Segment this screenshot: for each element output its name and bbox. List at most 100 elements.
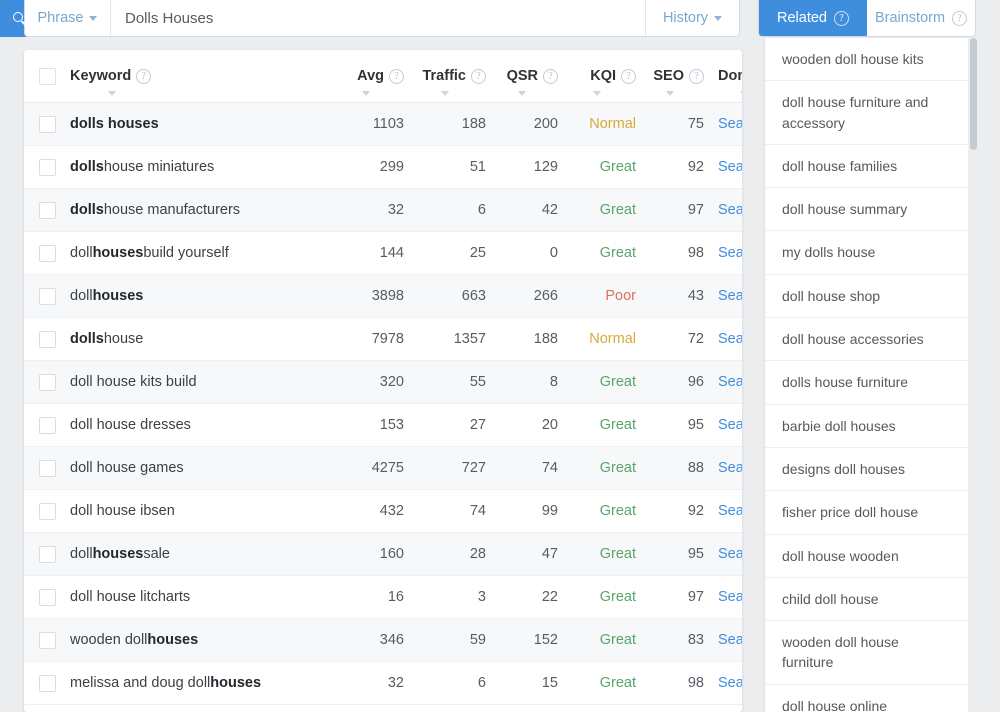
row-select-checkbox[interactable] — [38, 674, 56, 692]
table-row[interactable]: dolls houses 1103 188 200 Normal 75 Search — [24, 103, 742, 146]
sidebar-scrollbar-thumb[interactable] — [970, 38, 977, 150]
row-select-checkbox[interactable] — [38, 201, 56, 219]
row-select-cell — [24, 674, 70, 692]
table-row[interactable]: doll house ibsen 432 74 99 Great 92 Search — [24, 490, 742, 533]
column-header-domains[interactable]: Domains ? — [704, 68, 742, 96]
row-select-checkbox[interactable] — [38, 330, 56, 348]
row-select-checkbox[interactable] — [38, 631, 56, 649]
help-icon[interactable]: ? — [833, 10, 849, 26]
help-icon[interactable]: ? — [136, 68, 152, 84]
row-select-checkbox[interactable] — [38, 287, 56, 305]
table-row[interactable]: wooden doll houses 346 59 152 Great 83 Search — [24, 619, 742, 662]
column-header-avg[interactable]: Avg ? — [328, 68, 404, 96]
history-dropdown[interactable]: History — [645, 0, 739, 36]
help-icon[interactable]: ? — [689, 68, 704, 84]
table-row[interactable]: doll houses 3898 663 266 Poor 43 Search — [24, 275, 742, 318]
domains-search-link[interactable]: Search — [718, 460, 742, 476]
table-row[interactable]: doll houses sale 160 28 47 Great 95 Search — [24, 533, 742, 576]
sidebar-scrollbar[interactable] — [968, 38, 979, 712]
cell-kqi: Great — [599, 460, 636, 476]
domains-search-link[interactable]: Search — [718, 245, 742, 261]
cell-keyword: doll house games — [70, 460, 184, 476]
row-select-cell — [24, 158, 70, 176]
table-row[interactable]: dolls house manufacturers 32 6 42 Great 97 Sea… — [24, 189, 742, 232]
select-all-checkbox[interactable] — [38, 68, 56, 85]
cell-keyword: dolls house miniatures — [70, 159, 215, 175]
help-icon[interactable]: ? — [389, 68, 404, 84]
sort-arrow-icon[interactable] — [666, 91, 674, 96]
row-select-checkbox[interactable] — [38, 373, 56, 391]
cell-avg: 144 — [379, 245, 404, 261]
related-keyword-item[interactable]: doll house families — [765, 145, 968, 189]
related-keyword-item[interactable]: doll house summary — [765, 188, 968, 232]
help-icon[interactable]: ? — [543, 68, 558, 84]
domains-search-link[interactable]: Search — [718, 503, 742, 519]
row-select-checkbox[interactable] — [38, 502, 56, 520]
help-icon[interactable]: ? — [621, 68, 636, 84]
related-keyword-item[interactable]: my dolls house — [765, 231, 968, 275]
row-select-checkbox[interactable] — [38, 459, 56, 477]
domains-search-link[interactable]: Search — [718, 159, 742, 175]
sort-arrow-icon[interactable] — [593, 91, 601, 96]
domains-search-link[interactable]: Search — [718, 417, 742, 433]
search-input[interactable] — [111, 0, 645, 36]
sort-arrow-icon[interactable] — [740, 91, 742, 96]
row-select-checkbox[interactable] — [38, 545, 56, 563]
table-row[interactable]: dolls house 7978 1357 188 Normal 72 Search — [24, 318, 742, 361]
sort-arrow-icon[interactable] — [441, 91, 449, 96]
domains-search-link[interactable]: Search — [718, 589, 742, 605]
related-keyword-item[interactable]: wooden doll house furniture — [765, 621, 968, 685]
table-row[interactable]: dolls house miniatures 299 51 129 Great 92 Sea… — [24, 146, 742, 189]
match-type-dropdown[interactable]: Phrase — [25, 0, 111, 36]
related-keyword-item[interactable]: doll house shop — [765, 275, 968, 319]
table-row[interactable]: doll house litcharts 16 3 22 Great 97 Search — [24, 576, 742, 619]
tab-related[interactable]: Related ? — [759, 0, 867, 36]
cell-traffic: 6 — [477, 675, 486, 691]
row-select-checkbox[interactable] — [38, 244, 56, 262]
help-icon[interactable]: ? — [471, 68, 486, 84]
cell-qsr: 15 — [541, 675, 558, 691]
column-header-keyword[interactable]: Keyword ? — [70, 68, 328, 96]
related-keyword-item[interactable]: doll house online — [765, 685, 968, 712]
cell-domains: Search — [704, 245, 742, 261]
related-keyword-item[interactable]: doll house furniture and accessory — [765, 81, 968, 145]
help-icon[interactable]: ? — [952, 10, 968, 26]
cell-qsr: 0 — [549, 245, 558, 261]
row-select-cell — [24, 330, 70, 348]
table-row[interactable]: doll house kits build 320 55 8 Great 96 Search — [24, 361, 742, 404]
column-header-traffic[interactable]: Traffic ? — [404, 68, 486, 96]
related-keyword-item[interactable]: child doll house — [765, 578, 968, 622]
search-icon — [12, 11, 27, 26]
related-keyword-item[interactable]: doll house accessories — [765, 318, 968, 362]
related-keyword-item[interactable]: wooden doll house kits — [765, 38, 968, 82]
related-keyword-item[interactable]: doll house wooden — [765, 535, 968, 578]
domains-search-link[interactable]: Search — [718, 374, 742, 390]
table-row[interactable]: doll house games 4275 727 74 Great 88 Search — [24, 447, 742, 490]
domains-search-link[interactable]: Search — [718, 331, 742, 347]
sort-arrow-icon[interactable] — [518, 91, 526, 96]
table-row[interactable]: melissa and doug doll houses 32 6 15 Great 98… — [24, 662, 742, 705]
domains-search-link[interactable]: Search — [718, 202, 742, 218]
table-row[interactable]: doll houses build yourself 144 25 0 Great 98 S… — [24, 232, 742, 275]
domains-search-link[interactable]: Search — [718, 546, 742, 562]
domains-search-link[interactable]: Search — [718, 632, 742, 648]
row-select-checkbox[interactable] — [38, 115, 56, 133]
sort-arrow-icon[interactable] — [362, 91, 370, 96]
related-keyword-item[interactable]: barbie doll houses — [765, 405, 968, 448]
column-header-kqi[interactable]: KQI ? — [558, 68, 636, 96]
domains-search-link[interactable]: Search — [718, 675, 742, 691]
row-select-checkbox[interactable] — [38, 158, 56, 176]
related-keyword-item[interactable]: designs doll houses — [765, 448, 968, 492]
domains-search-link[interactable]: Search — [718, 288, 742, 304]
column-header-seo[interactable]: SEO ? — [636, 68, 704, 96]
row-select-checkbox[interactable] — [38, 416, 56, 434]
column-header-qsr[interactable]: QSR ? — [486, 68, 558, 96]
related-keyword-item[interactable]: fisher price doll house — [765, 491, 968, 535]
related-keyword-item[interactable]: dolls house furniture — [765, 361, 968, 405]
cell-avg: 16 — [387, 589, 404, 605]
row-select-checkbox[interactable] — [38, 588, 56, 606]
table-row[interactable]: doll house dresses 153 27 20 Great 95 Search — [24, 404, 742, 447]
sort-arrow-icon[interactable] — [108, 91, 116, 96]
tab-brainstorm[interactable]: Brainstorm ? — [867, 0, 975, 36]
domains-search-link[interactable]: Search — [718, 116, 742, 132]
